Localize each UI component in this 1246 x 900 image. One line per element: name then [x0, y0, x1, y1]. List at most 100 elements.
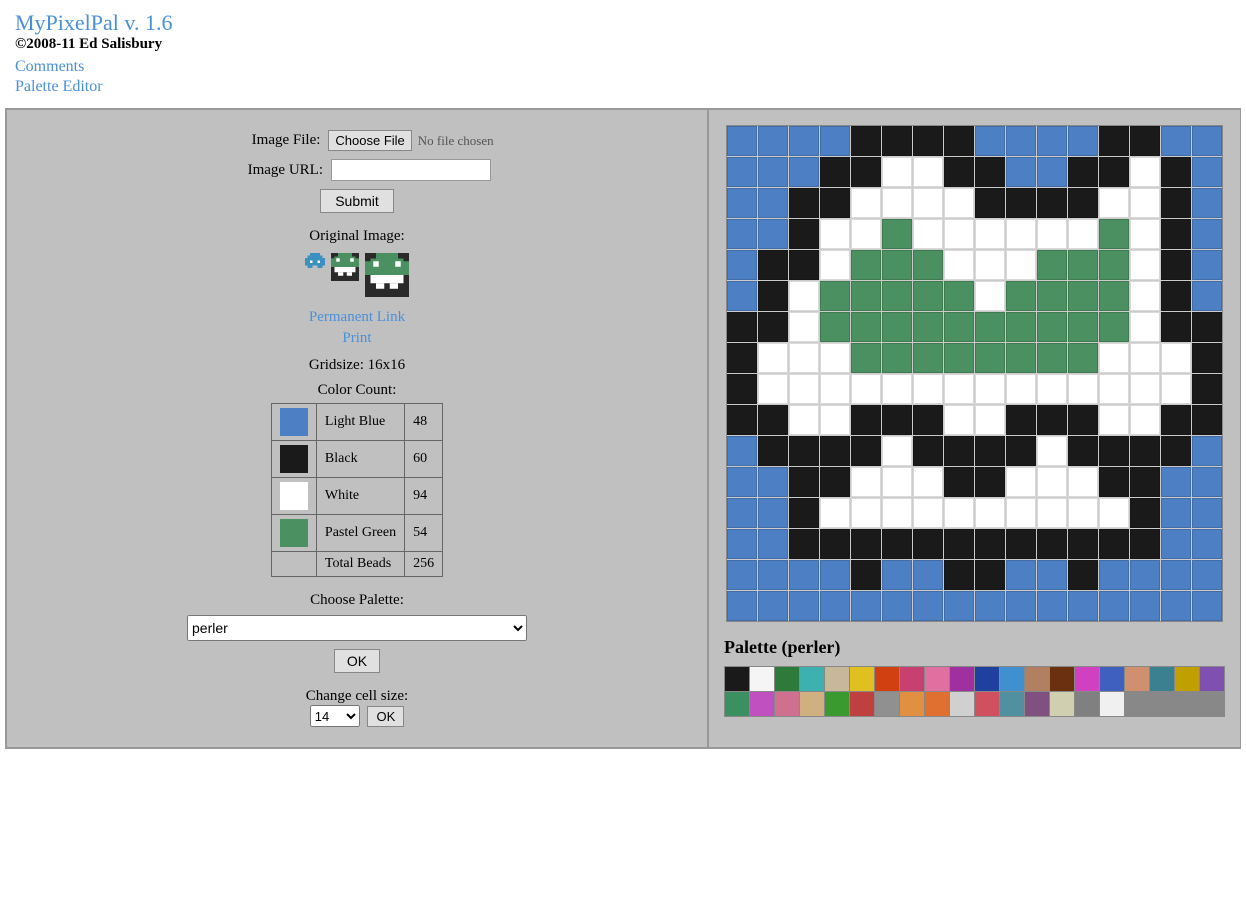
palette-swatch-item[interactable]: [950, 692, 974, 716]
palette-swatch-item[interactable]: [725, 667, 749, 691]
pixel-cell: [1161, 126, 1191, 156]
palette-swatch-item[interactable]: [800, 692, 824, 716]
palette-swatch-item[interactable]: [800, 667, 824, 691]
palette-swatch-item[interactable]: [925, 667, 949, 691]
pixel-cell: [758, 591, 788, 621]
permanent-link[interactable]: Permanent Link: [37, 309, 677, 326]
pixel-cell: [975, 374, 1005, 404]
palette-swatch-item[interactable]: [1050, 692, 1074, 716]
submit-button[interactable]: Submit: [320, 189, 394, 213]
thumbnail-1: [305, 253, 325, 273]
choose-file-button[interactable]: Choose File: [328, 130, 411, 151]
pixel-cell: [758, 560, 788, 590]
pixel-cell: [789, 498, 819, 528]
palette-swatch-item[interactable]: [825, 692, 849, 716]
pixel-cell: [1192, 405, 1222, 435]
palette-swatch-item[interactable]: [750, 692, 774, 716]
pixel-cell: [1068, 157, 1098, 187]
cell-size-ok-button[interactable]: OK: [367, 706, 404, 727]
pixel-cell: [727, 374, 757, 404]
color-count-table: Light Blue48Black60White94Pastel Green54…: [271, 403, 443, 577]
pixel-cell: [882, 126, 912, 156]
palette-swatch-item[interactable]: [850, 667, 874, 691]
palette-swatch-item[interactable]: [1200, 667, 1224, 691]
pixel-cell: [789, 374, 819, 404]
pixel-cell: [944, 312, 974, 342]
pixel-cell: [1099, 188, 1129, 218]
palette-swatch-item[interactable]: [850, 692, 874, 716]
pixel-cell: [975, 312, 1005, 342]
pixel-cell: [913, 250, 943, 280]
palette-swatch-item[interactable]: [1150, 667, 1174, 691]
palette-swatch-item[interactable]: [975, 692, 999, 716]
pixel-cell: [820, 374, 850, 404]
pixel-cell: [882, 312, 912, 342]
palette-swatch-item[interactable]: [775, 667, 799, 691]
pixel-cell: [1161, 374, 1191, 404]
pixel-cell: [1037, 343, 1067, 373]
pixel-cell: [913, 374, 943, 404]
palette-swatch-item[interactable]: [1000, 667, 1024, 691]
print-link[interactable]: Print: [37, 330, 677, 347]
palette-editor-link[interactable]: Palette Editor: [15, 78, 1231, 96]
pixel-cell: [944, 591, 974, 621]
pixel-cell: [851, 436, 881, 466]
copyright: ©2008-11 Ed Salisbury: [15, 36, 1231, 53]
pixel-cell: [944, 188, 974, 218]
pixel-cell: [851, 560, 881, 590]
pixel-cell: [1130, 498, 1160, 528]
image-url-input[interactable]: [331, 159, 491, 181]
pixel-cell: [1068, 126, 1098, 156]
pixel-cell: [1192, 281, 1222, 311]
palette-swatch-item[interactable]: [1025, 692, 1049, 716]
pixel-cell: [913, 343, 943, 373]
color-swatch: [280, 519, 308, 547]
cell-size-select[interactable]: 14 16 20 24: [310, 705, 360, 727]
pixel-cell: [820, 188, 850, 218]
palette-swatch-item[interactable]: [875, 692, 899, 716]
pixel-cell: [820, 126, 850, 156]
palette-swatch-item[interactable]: [875, 667, 899, 691]
pixel-cell: [851, 591, 881, 621]
palette-swatch-item[interactable]: [1000, 692, 1024, 716]
pixel-cell: [1161, 405, 1191, 435]
pixel-cell: [1192, 157, 1222, 187]
pixel-cell: [1006, 281, 1036, 311]
comments-link[interactable]: Comments: [15, 58, 1231, 76]
palette-select-row: perler artkal hama nabbi: [37, 615, 677, 641]
pixel-cell: [1006, 467, 1036, 497]
palette-swatch-item[interactable]: [825, 667, 849, 691]
palette-swatch-item[interactable]: [775, 692, 799, 716]
palette-swatch-item[interactable]: [1100, 667, 1124, 691]
palette-swatch-item[interactable]: [1075, 692, 1099, 716]
palette-swatch-item[interactable]: [1175, 667, 1199, 691]
pixel-cell: [1161, 343, 1191, 373]
pixel-cell: [1037, 312, 1067, 342]
pixel-cell: [789, 343, 819, 373]
palette-swatch-item[interactable]: [1075, 667, 1099, 691]
pixel-cell: [913, 498, 943, 528]
palette-swatch-item[interactable]: [950, 667, 974, 691]
pixel-cell: [1068, 436, 1098, 466]
pixel-cell: [1192, 188, 1222, 218]
pixel-cell: [1006, 374, 1036, 404]
palette-ok-button[interactable]: OK: [334, 649, 380, 673]
pixel-cell: [975, 436, 1005, 466]
palette-swatch-item[interactable]: [975, 667, 999, 691]
pixel-cell: [1068, 219, 1098, 249]
palette-swatch-item[interactable]: [1125, 667, 1149, 691]
palette-select[interactable]: perler artkal hama nabbi: [187, 615, 527, 641]
palette-swatch-item[interactable]: [900, 667, 924, 691]
palette-swatch-item[interactable]: [925, 692, 949, 716]
pixel-cell: [789, 250, 819, 280]
pixel-cell: [1068, 312, 1098, 342]
palette-swatch-item[interactable]: [725, 692, 749, 716]
pixel-cell: [1099, 126, 1129, 156]
pixel-cell: [1130, 188, 1160, 218]
palette-swatch-item[interactable]: [1100, 692, 1124, 716]
color-swatch-cell: [271, 515, 316, 552]
palette-swatch-item[interactable]: [900, 692, 924, 716]
palette-swatch-item[interactable]: [1050, 667, 1074, 691]
palette-swatch-item[interactable]: [750, 667, 774, 691]
palette-swatch-item[interactable]: [1025, 667, 1049, 691]
